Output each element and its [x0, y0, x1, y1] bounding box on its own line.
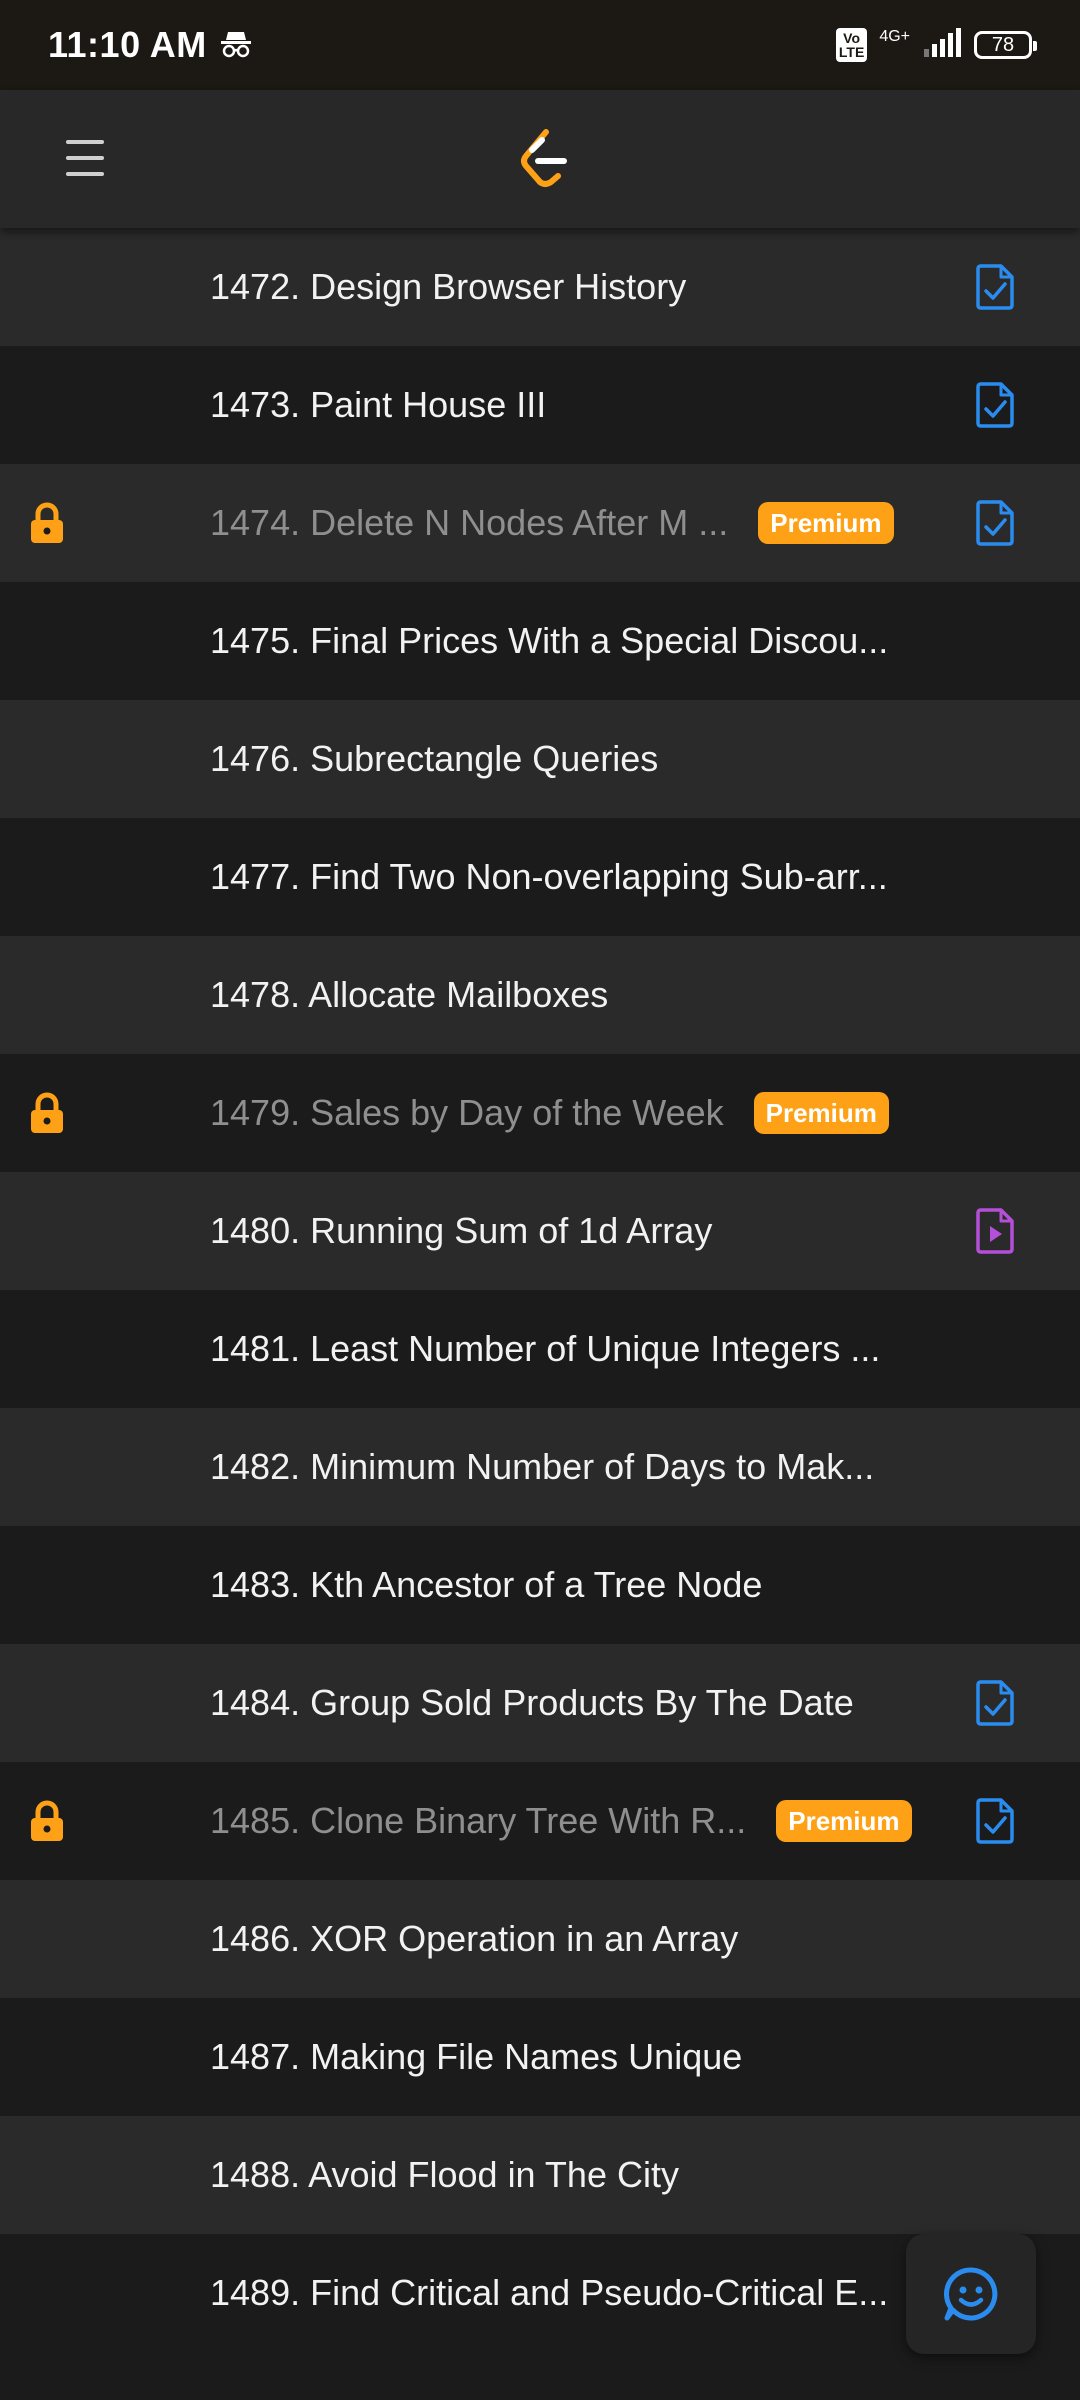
solution-article-icon[interactable] [974, 1797, 1016, 1845]
problem-title: 1483. Kth Ancestor of a Tree Node [210, 1564, 763, 1605]
problem-title: 1478. Allocate Mailboxes [210, 974, 609, 1015]
lock-icon [28, 1091, 66, 1135]
problem-row[interactable]: 1487. Making File Names Unique [0, 1998, 1080, 2116]
problem-title: 1479. Sales by Day of the Week [210, 1092, 724, 1133]
network-type: 4G+ [879, 28, 910, 45]
solution-article-icon[interactable] [974, 263, 1016, 311]
leetcode-logo[interactable] [518, 128, 568, 190]
problem-title: 1476. Subrectangle Queries [210, 738, 659, 779]
problem-title: 1477. Find Two Non-overlapping Sub-arr..… [210, 856, 888, 897]
problem-title: 1472. Design Browser History [210, 266, 687, 307]
premium-badge: Premium [758, 502, 894, 544]
problem-row[interactable]: 1482. Minimum Number of Days to Mak... [0, 1408, 1080, 1526]
premium-badge: Premium [753, 1092, 889, 1134]
lock-icon [28, 1799, 66, 1843]
problem-title: 1489. Find Critical and Pseudo-Critical … [210, 2272, 889, 2313]
problem-row[interactable]: 1479. Sales by Day of the Week Premium [0, 1054, 1080, 1172]
problem-row[interactable]: 1472. Design Browser History [0, 228, 1080, 346]
feedback-chat-button[interactable] [906, 2234, 1036, 2354]
problem-row[interactable]: 1481. Least Number of Unique Integers ..… [0, 1290, 1080, 1408]
problem-title: 1488. Avoid Flood in The City [210, 2154, 679, 2195]
problem-title: 1474. Delete N Nodes After M ... [210, 502, 729, 543]
app-bar [0, 90, 1080, 228]
video-solution-icon[interactable] [974, 1207, 1016, 1255]
solution-article-icon[interactable] [974, 499, 1016, 547]
problem-title: 1481. Least Number of Unique Integers ..… [210, 1328, 881, 1369]
incognito-icon [219, 30, 253, 60]
problem-row[interactable]: 1478. Allocate Mailboxes [0, 936, 1080, 1054]
hamburger-menu-button[interactable] [66, 140, 104, 176]
problem-title: 1486. XOR Operation in an Array [210, 1918, 739, 1959]
hamburger-icon [66, 140, 104, 144]
problem-title: 1487. Making File Names Unique [210, 2036, 743, 2077]
signal-icon [922, 27, 962, 64]
battery-level: 78 [991, 33, 1015, 56]
problem-row[interactable]: 1485. Clone Binary Tree With R... Premium [0, 1762, 1080, 1880]
problem-title: 1480. Running Sum of 1d Array [210, 1210, 713, 1251]
problem-row[interactable]: 1488. Avoid Flood in The City [0, 2116, 1080, 2234]
chat-feedback-icon [943, 2267, 998, 2321]
problem-title: 1475. Final Prices With a Special Discou… [210, 620, 889, 661]
volte-icon: Vo LTE [835, 28, 868, 62]
status-bar: 11:10 AM Vo LTE 4G+ 78 [0, 0, 1080, 90]
problem-title: 1473. Paint House III [210, 384, 547, 425]
premium-badge: Premium [776, 1800, 912, 1842]
solution-article-icon[interactable] [974, 381, 1016, 429]
lock-icon [28, 501, 66, 545]
problem-row[interactable]: 1476. Subrectangle Queries [0, 700, 1080, 818]
problem-row[interactable]: 1484. Group Sold Products By The Date [0, 1644, 1080, 1762]
problem-row[interactable]: 1473. Paint House III [0, 346, 1080, 464]
battery-icon: 78 [974, 31, 1037, 59]
status-icons: Vo LTE 4G+ 78 [835, 27, 1037, 64]
problem-title: 1482. Minimum Number of Days to Mak... [210, 1446, 875, 1487]
clock: 11:10 AM [48, 24, 207, 65]
problem-row[interactable]: 1480. Running Sum of 1d Array [0, 1172, 1080, 1290]
problem-list: 1472. Design Browser History 1473. Paint … [0, 228, 1080, 2352]
problem-row[interactable]: 1477. Find Two Non-overlapping Sub-arr..… [0, 818, 1080, 936]
problem-title: 1485. Clone Binary Tree With R... [210, 1800, 747, 1841]
problem-row[interactable]: 1474. Delete N Nodes After M ... Premium [0, 464, 1080, 582]
problem-title: 1484. Group Sold Products By The Date [210, 1682, 854, 1723]
solution-article-icon[interactable] [974, 1679, 1016, 1727]
problem-row[interactable]: 1475. Final Prices With a Special Discou… [0, 582, 1080, 700]
problem-row[interactable]: 1486. XOR Operation in an Array [0, 1880, 1080, 1998]
problem-row[interactable]: 1483. Kth Ancestor of a Tree Node [0, 1526, 1080, 1644]
